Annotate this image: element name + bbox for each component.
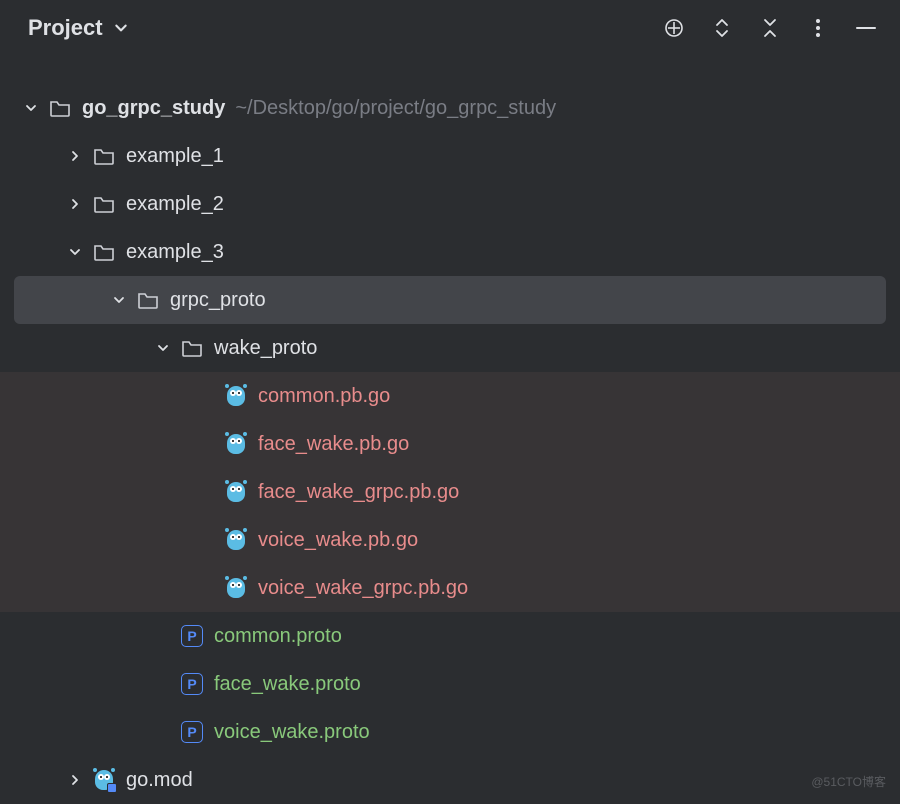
file-label: face_wake_grpc.pb.go xyxy=(258,481,459,504)
folder-label: example_3 xyxy=(126,241,224,264)
tree-folder-example-2[interactable]: example_2 xyxy=(0,180,900,228)
go-file-icon xyxy=(224,384,248,408)
folder-path: ~/Desktop/go/project/go_grpc_study xyxy=(235,97,556,120)
tree-folder-example-3[interactable]: example_3 xyxy=(0,228,900,276)
chevron-right-icon[interactable] xyxy=(64,145,86,167)
tree-file-face-wake-proto[interactable]: P face_wake.proto xyxy=(0,660,900,708)
chevron-down-icon[interactable] xyxy=(108,289,130,311)
project-view-selector[interactable]: Project xyxy=(28,15,133,41)
collapse-all-icon[interactable] xyxy=(758,16,782,40)
go-file-icon xyxy=(224,432,248,456)
watermark: @51CTO博客 xyxy=(811,773,886,790)
chevron-down-icon xyxy=(109,16,133,40)
proto-file-icon: P xyxy=(180,720,204,744)
file-label: voice_wake.proto xyxy=(214,721,370,744)
tree-folder-grpc-proto[interactable]: grpc_proto xyxy=(14,276,886,324)
tree-folder-wake-proto[interactable]: wake_proto xyxy=(0,324,900,372)
go-mod-icon xyxy=(92,768,116,792)
tree-file-voice-wake-proto[interactable]: P voice_wake.proto xyxy=(0,708,900,756)
chevron-down-icon[interactable] xyxy=(20,97,42,119)
tree-folder-example-1[interactable]: example_1 xyxy=(0,132,900,180)
folder-label: go_grpc_study xyxy=(82,97,225,120)
panel-actions xyxy=(662,16,878,40)
tree-file-common-pb-go[interactable]: common.pb.go xyxy=(0,372,900,420)
folder-label: wake_proto xyxy=(214,337,317,360)
file-label: common.proto xyxy=(214,625,342,648)
tree-file-voice-wake-pb-go[interactable]: voice_wake.pb.go xyxy=(0,516,900,564)
file-label: face_wake.pb.go xyxy=(258,433,409,456)
folder-label: example_1 xyxy=(126,145,224,168)
project-panel-header: Project xyxy=(0,0,900,56)
chevron-right-icon[interactable] xyxy=(64,193,86,215)
go-file-icon xyxy=(224,576,248,600)
expand-collapse-icon[interactable] xyxy=(710,16,734,40)
folder-icon xyxy=(136,288,160,312)
panel-title: Project xyxy=(28,15,103,41)
project-tree[interactable]: go_grpc_study ~/Desktop/go/project/go_gr… xyxy=(0,56,900,804)
more-options-icon[interactable] xyxy=(806,16,830,40)
file-label: voice_wake_grpc.pb.go xyxy=(258,577,468,600)
tree-file-go-mod[interactable]: go.mod xyxy=(0,756,900,804)
folder-icon xyxy=(48,96,72,120)
tree-file-face-wake-pb-go[interactable]: face_wake.pb.go xyxy=(0,420,900,468)
select-opened-file-icon[interactable] xyxy=(662,16,686,40)
file-label: voice_wake.pb.go xyxy=(258,529,418,552)
folder-label: example_2 xyxy=(126,193,224,216)
file-label: face_wake.proto xyxy=(214,673,361,696)
go-file-icon xyxy=(224,528,248,552)
tree-file-common-proto[interactable]: P common.proto xyxy=(0,612,900,660)
proto-file-icon: P xyxy=(180,672,204,696)
folder-icon xyxy=(92,192,116,216)
chevron-down-icon[interactable] xyxy=(152,337,174,359)
chevron-right-icon[interactable] xyxy=(64,769,86,791)
tree-root-folder[interactable]: go_grpc_study ~/Desktop/go/project/go_gr… xyxy=(0,84,900,132)
tree-file-voice-wake-grpc-pb-go[interactable]: voice_wake_grpc.pb.go xyxy=(0,564,900,612)
chevron-down-icon[interactable] xyxy=(64,241,86,263)
tree-file-face-wake-grpc-pb-go[interactable]: face_wake_grpc.pb.go xyxy=(0,468,900,516)
proto-file-icon: P xyxy=(180,624,204,648)
file-label: common.pb.go xyxy=(258,385,390,408)
go-file-icon xyxy=(224,480,248,504)
folder-icon xyxy=(92,240,116,264)
folder-icon xyxy=(92,144,116,168)
folder-label: grpc_proto xyxy=(170,289,266,312)
minimize-icon[interactable] xyxy=(854,16,878,40)
folder-icon xyxy=(180,336,204,360)
file-label: go.mod xyxy=(126,769,193,792)
